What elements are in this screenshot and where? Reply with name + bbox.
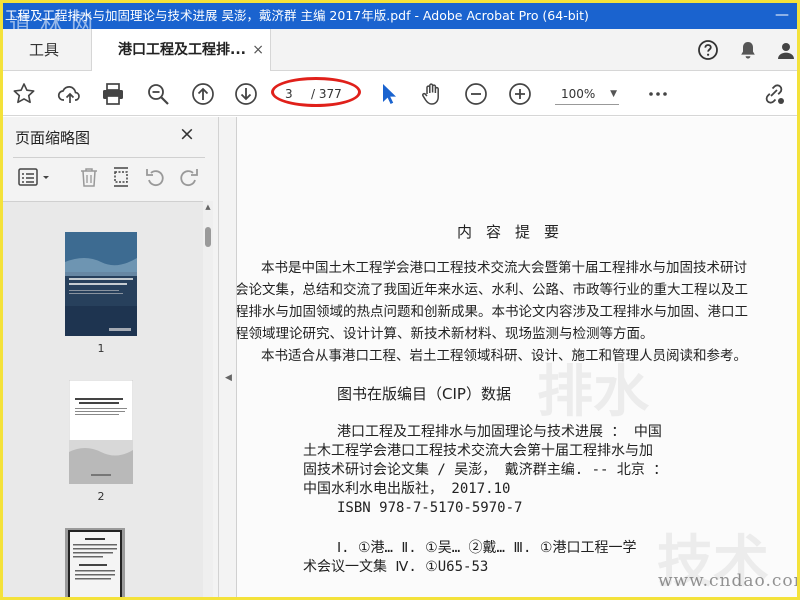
thumbnail-page-number: 2 [97,490,105,503]
cip-line: 港口工程及工程排水与加固理论与技术进展 ： 中国 [337,424,662,440]
previous-page-icon[interactable] [190,81,216,107]
scroll-up-icon[interactable]: ▲ [204,203,212,211]
main-toolbar: 3 / 377 100% ▼ [3,72,797,116]
cip-line: 固技术研讨会论文集 / 吴澎， 戴济群主编. -- 北京 ： [303,462,668,478]
watermark-bottom: www.cndao.com [658,571,797,591]
title-bar: 工程及工程排水与加固理论与技术进展 吴澎，戴济群 主编 2017年版.pdf -… [3,3,797,29]
zoom-out-icon[interactable] [463,81,489,107]
tab-tools[interactable]: 工具 [3,29,91,71]
thumbnail-list: 1 2 [3,201,203,597]
chevron-down-icon: ▼ [610,89,617,99]
hand-tool-icon[interactable] [419,81,445,107]
collapse-arrow-icon: ◀ [225,373,232,383]
window-title: 工程及工程排水与加固理论与技术进展 吴澎，戴济群 主编 2017年版.pdf -… [5,8,589,23]
panel-title: 页面缩略图 [15,129,91,147]
tab-document[interactable]: 港口工程及工程排... × [91,29,271,71]
cip-line: Ⅰ. ①港… Ⅱ. ①吴… ②戴… Ⅲ. ①港口工程一学 [337,540,637,556]
page-thumbnail[interactable] [68,379,134,485]
thumbnail-options-icon[interactable] [17,165,53,189]
document-page-view[interactable]: 排水 技术 内容提要 本书是中国土木工程学会港口工程技术交流大会暨第十届工程排水… [237,117,797,597]
tab-document-label: 港口工程及工程排... [118,42,246,58]
acrobat-window: 工程及工程排水与加固理论与技术进展 吴澎，戴济群 主编 2017年版.pdf -… [3,3,797,597]
page-heading: 内容提要 [457,223,574,241]
account-icon[interactable] [775,39,797,61]
bookmark-star-icon[interactable] [11,81,37,107]
zoom-level-value: 100% [561,87,596,101]
divider [13,157,205,158]
page-thumbnail-current[interactable] [65,528,125,597]
select-cursor-icon[interactable] [375,81,401,107]
insert-page-icon[interactable] [109,165,133,189]
cip-line: 土木工程学会港口工程技术交流大会第十届工程排水与加 [303,443,653,459]
body-text-line: 程领域理论研究、设计计算、新技术新材料、现场监测与检测等方面。 [237,326,654,342]
zoom-level-dropdown[interactable]: 100% ▼ [555,83,619,105]
cip-line: 术会议一文集 Ⅳ. ①U65-53 [303,559,489,575]
cip-line: ISBN 978-7-5170-5970-7 [337,500,523,516]
notification-bell-icon[interactable] [737,39,759,61]
share-link-icon[interactable] [761,81,787,107]
panel-close-icon[interactable]: × [179,123,195,145]
tab-close-icon[interactable]: × [252,29,264,71]
next-page-icon[interactable] [233,81,259,107]
rotate-clockwise-icon[interactable] [177,165,201,189]
scrollbar-thumb[interactable] [205,227,211,247]
cloud-upload-icon[interactable] [57,81,83,107]
zoom-in-icon[interactable] [507,81,533,107]
tab-bar: 工具 港口工程及工程排... × [3,29,797,71]
body-text-line: 程排水与加固领域的热点问题和创新成果。本书论文内容涉及工程排水与加固、港口工 [237,304,748,320]
print-icon[interactable] [100,81,126,107]
body-text-line: 本书是中国土木工程学会港口工程技术交流大会暨第十届工程排水与加固技术研讨 [261,260,747,276]
cip-line: 中国水利水电出版社， 2017.10 [303,481,511,497]
thumbnail-page-number: 1 [97,342,105,355]
page-thumbnail[interactable] [65,232,137,336]
delete-page-icon[interactable] [77,165,101,189]
body-text-line: 会论文集，总结和交流了我国近年来水运、水利、公路、市政等行业的重大工程以及工 [237,282,748,298]
rotate-counterclockwise-icon[interactable] [143,165,167,189]
cip-heading: 图书在版编目（CIP）数据 [337,385,511,403]
body-text-line: 本书适合从事港口工程、岩土工程领域科研、设计、施工和管理人员阅读和参考。 [261,348,747,364]
zoom-out-magnifier-icon[interactable] [145,81,171,107]
more-options-icon[interactable] [645,81,671,107]
red-highlight-ellipse [271,77,361,107]
minimize-button[interactable]: — [767,3,797,29]
help-icon[interactable] [697,39,719,61]
thumbnail-scrollbar[interactable]: ▲ [203,201,213,597]
panel-collapse-handle[interactable]: ◀ [219,117,237,597]
page-thumbnails-panel: 页面缩略图 × 1 2 ▲ [3,117,219,597]
